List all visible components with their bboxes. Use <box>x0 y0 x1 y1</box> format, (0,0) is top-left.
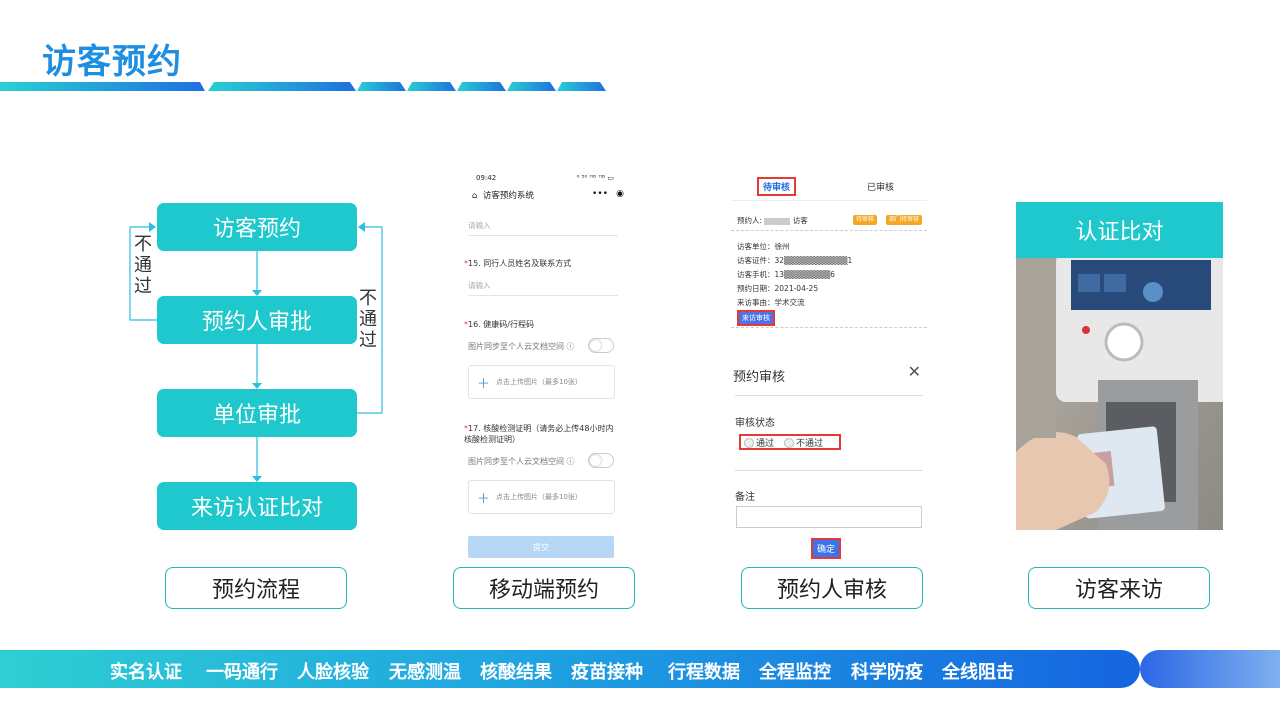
feature-monitoring: 全程监控 <box>759 662 831 683</box>
submit-button[interactable]: 提交 <box>468 536 614 558</box>
feature-face-check: 人脸核验 <box>297 662 369 683</box>
remark-input[interactable] <box>736 506 922 528</box>
more-icon[interactable]: ••• <box>592 189 608 199</box>
app-title: ⌂ 访客预约系统 <box>472 191 534 201</box>
caption-mobile-booking: 移动端预约 <box>453 567 635 609</box>
input-companions[interactable]: 请输入 <box>468 280 618 296</box>
visit-date: 预约日期：2021-04-25 <box>737 284 819 293</box>
target-icon[interactable]: ◉ <box>616 189 624 199</box>
mobile-booking-screenshot: 09:42 ⁰ ⁵⁰ ᴴᴰ ᴴᴰ ▭ ⌂ 访客预约系统 ••• ◉ 请输入 *15… <box>458 172 636 562</box>
radio-pass[interactable]: 通过 <box>744 436 774 449</box>
question-15: *15. 同行人员姓名及联系方式 <box>464 259 572 268</box>
tab-pending[interactable]: 待审核 <box>757 177 797 196</box>
reject-label-right: 不通过 <box>359 288 377 351</box>
plus-icon: ＋ <box>477 376 491 392</box>
review-status-label: 审核状态 <box>735 418 775 429</box>
question-17: *17. 核酸检测证明（请务必上传48小时内核酸检测证明） <box>464 424 614 444</box>
feature-vaccine: 疫苗接种 <box>571 662 643 683</box>
flow-step-visit-verification: 来访认证比对 <box>157 482 357 530</box>
flow-step-unit-approval: 单位审批 <box>157 389 357 437</box>
visitor-phone: 访客手机：13▒▒▒▒▒▒▒▒6 <box>737 270 835 279</box>
upload-health-code[interactable]: ＋点击上传图片（最多10张） <box>468 365 615 399</box>
cloud-sync-toggle-2[interactable] <box>588 453 614 468</box>
host-review-screenshot: 待审核 已审核 预约人: 访客 待审核 部门待审核 访客单位：徐州 访客证件：3… <box>731 172 927 564</box>
caption-booking-flow: 预约流程 <box>165 567 347 609</box>
feature-bar-end-pill <box>1140 650 1280 688</box>
flow-step-visitor-booking: 访客预约 <box>157 203 357 251</box>
upload-nucleic-test[interactable]: ＋点击上传图片（最多10张） <box>468 480 615 514</box>
cloud-sync-label-2: 图片同步至个人云文档空间 ⓘ <box>468 457 575 466</box>
verification-photo: 认证比对 <box>1016 202 1223 530</box>
feature-prevention: 科学防疫 <box>851 662 923 683</box>
visitor-unit: 访客单位：徐州 <box>737 242 790 251</box>
photo-header: 认证比对 <box>1016 202 1223 258</box>
radio-fail[interactable]: 不通过 <box>784 436 823 449</box>
reject-label-left: 不通过 <box>134 234 152 297</box>
status-badge: 待审核 <box>853 215 878 225</box>
visitor-id: 访客证件：32▒▒▒▒▒▒▒▒▒▒▒1 <box>737 256 853 265</box>
modal-title: 预约审核 <box>733 370 786 385</box>
feature-nucleic: 核酸结果 <box>480 662 552 683</box>
review-status-radios: 通过 不通过 <box>739 434 841 450</box>
input-placeholder-top[interactable]: 请输入 <box>468 220 618 236</box>
divider <box>731 230 927 231</box>
mini-program-capsule[interactable]: ••• ◉ <box>588 186 628 202</box>
remark-label: 备注 <box>735 492 755 503</box>
question-16: *16. 健康码/行程码 <box>464 320 534 329</box>
divider <box>735 470 923 471</box>
close-icon[interactable]: ✕ <box>908 362 921 381</box>
status-signal-icons: ⁰ ⁵⁰ ᴴᴰ ᴴᴰ ▭ <box>576 174 614 182</box>
cloud-sync-label: 图片同步至个人云文档空间 ⓘ <box>468 342 575 351</box>
confirm-button[interactable]: 确定 <box>811 538 842 559</box>
home-icon[interactable]: ⌂ <box>472 191 477 201</box>
feature-realname: 实名认证 <box>110 662 182 683</box>
dept-status-badge: 部门待审核 <box>886 215 923 225</box>
visit-review-button[interactable]: 来访审核 <box>737 310 775 326</box>
visit-reason: 来访事由：学术交流 <box>737 298 805 307</box>
feature-temperature: 无感测温 <box>389 662 461 683</box>
plus-icon: ＋ <box>477 491 491 507</box>
feature-itinerary: 行程数据 <box>668 662 740 683</box>
caption-host-review: 预约人审核 <box>741 567 923 609</box>
status-time: 09:42 <box>476 174 497 182</box>
review-tabs: 待审核 已审核 <box>731 172 927 201</box>
caption-visitor-arrival: 访客来访 <box>1028 567 1210 609</box>
divider <box>735 395 923 396</box>
divider <box>731 327 927 328</box>
tab-reviewed[interactable]: 已审核 <box>867 180 894 193</box>
flow-step-host-approval: 预约人审批 <box>157 296 357 344</box>
feature-one-code: 一码通行 <box>206 662 278 683</box>
applicant-row: 预约人: 访客 <box>737 216 808 225</box>
cloud-sync-toggle[interactable] <box>588 338 614 353</box>
feature-blocking: 全线阻击 <box>942 662 1014 683</box>
